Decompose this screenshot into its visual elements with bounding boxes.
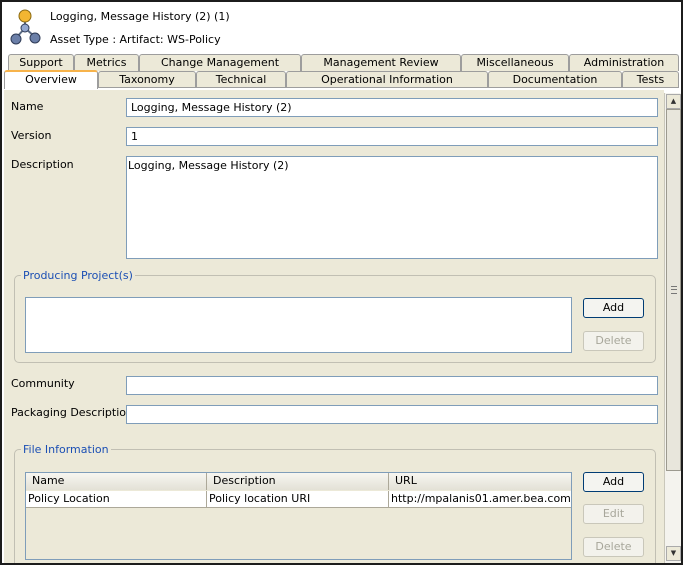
delete-file-button[interactable]: Delete xyxy=(583,537,644,557)
tab-miscellaneous[interactable]: Miscellaneous xyxy=(461,54,569,71)
scrollbar-thumb[interactable] xyxy=(666,109,681,471)
column-header-url[interactable]: URL xyxy=(389,473,571,490)
tab-support[interactable]: Support xyxy=(8,54,74,71)
edit-file-button[interactable]: Edit xyxy=(583,504,644,524)
packaging-description-label: Packaging Description xyxy=(11,406,133,419)
community-label: Community xyxy=(11,377,75,390)
community-field[interactable] xyxy=(126,376,658,395)
tab-metrics[interactable]: Metrics xyxy=(74,54,139,71)
file-information-legend: File Information xyxy=(23,443,109,456)
file-information-table: Name Description URL Policy Location Pol… xyxy=(25,472,572,560)
producing-projects-list[interactable] xyxy=(25,297,572,353)
asset-header: Logging, Message History (2) (1) Asset T… xyxy=(2,2,681,54)
producing-projects-legend: Producing Project(s) xyxy=(23,269,133,282)
delete-project-button[interactable]: Delete xyxy=(583,331,644,351)
tab-taxonomy[interactable]: Taxonomy xyxy=(98,71,196,88)
asset-editor-window: Logging, Message History (2) (1) Asset T… xyxy=(0,0,683,565)
scroll-up-arrow-icon[interactable]: ▲ xyxy=(666,94,681,109)
tab-technical[interactable]: Technical xyxy=(196,71,286,88)
tab-administration[interactable]: Administration xyxy=(569,54,679,71)
name-label: Name xyxy=(11,100,44,113)
column-header-name[interactable]: Name xyxy=(26,473,207,490)
scroll-down-arrow-icon[interactable]: ▼ xyxy=(666,546,681,561)
tab-overview[interactable]: Overview xyxy=(4,70,98,89)
add-project-button[interactable]: Add xyxy=(583,298,644,318)
asset-type-label: Asset Type : Artifact: WS-Policy xyxy=(50,33,221,46)
cell-description: Policy location URI xyxy=(207,491,389,508)
overview-panel: Name Version Description Logging, Messag… xyxy=(4,90,664,563)
tab-documentation[interactable]: Documentation xyxy=(488,71,622,88)
tab-management-review[interactable]: Management Review xyxy=(301,54,461,71)
tab-tests[interactable]: Tests xyxy=(622,71,679,88)
name-field[interactable] xyxy=(126,98,658,117)
column-header-description[interactable]: Description xyxy=(207,473,389,490)
version-field[interactable] xyxy=(126,127,658,146)
tab-change-management[interactable]: Change Management xyxy=(139,54,301,71)
cell-url: http://mpalanis01.amer.bea.com:... xyxy=(389,491,571,508)
asset-artifact-icon xyxy=(8,8,42,46)
description-textarea[interactable]: Logging, Message History (2) xyxy=(126,156,658,259)
asset-title: Logging, Message History (2) (1) xyxy=(50,10,230,23)
add-file-button[interactable]: Add xyxy=(583,472,644,492)
table-row[interactable]: Policy Location Policy location URI http… xyxy=(26,491,571,508)
packaging-description-field[interactable] xyxy=(126,405,658,424)
tab-operational-information[interactable]: Operational Information xyxy=(286,71,488,88)
description-label: Description xyxy=(11,158,74,171)
table-header: Name Description URL xyxy=(26,473,571,490)
tab-strip: Support Metrics Change Management Manage… xyxy=(2,52,681,90)
cell-name: Policy Location xyxy=(26,491,207,508)
version-label: Version xyxy=(11,129,52,142)
scroll-grip-icon xyxy=(671,286,677,294)
vertical-scrollbar[interactable]: ▲ ▼ xyxy=(664,93,681,563)
